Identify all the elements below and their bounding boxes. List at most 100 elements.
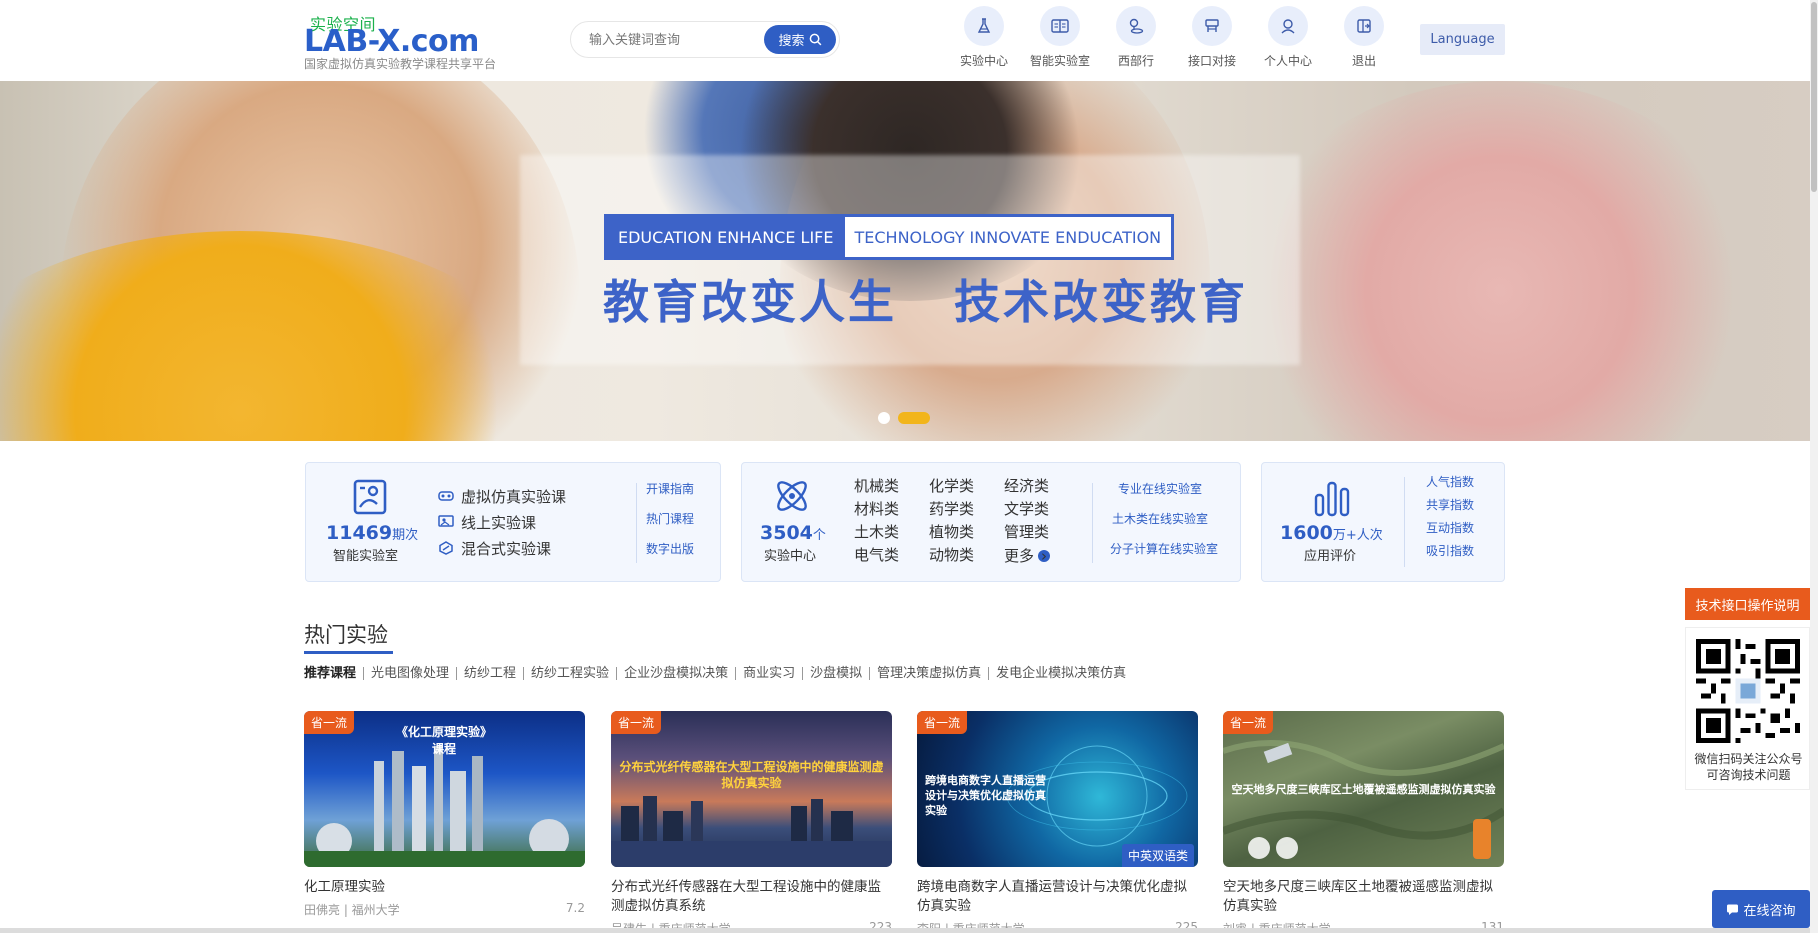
nav-label: 西部行 <box>1117 54 1154 68</box>
logout-icon <box>1344 6 1384 46</box>
thumbnail-caption: 跨境电商数字人直播运营设计与决策优化虚拟仿真实验 <box>925 774 1046 817</box>
banner-bg-shape <box>1240 81 1760 441</box>
online-consult-button[interactable]: 在线咨询 <box>1712 890 1810 928</box>
filter-tab[interactable]: 发电企业模拟决策仿真 <box>988 667 1133 680</box>
eval-count: 1600万+人次 <box>1280 522 1383 544</box>
filter-tab[interactable]: 光电图像处理 <box>363 667 456 680</box>
filter-tab[interactable]: 纺纱工程 <box>456 667 523 680</box>
language-button[interactable]: Language <box>1420 24 1505 55</box>
category-item[interactable]: 植物类 <box>929 521 1004 544</box>
experiment-thumbnail[interactable]: 分布式光纤传感器在大型工程设施中的健康监测虚拟仿真实验 省一流 <box>611 711 892 867</box>
nav-item-interface[interactable]: 接口对接 <box>1174 6 1250 72</box>
carousel-dot-active[interactable] <box>898 412 930 424</box>
course-type-mixed[interactable]: 混合式实验课 <box>438 535 566 561</box>
filter-tab[interactable]: 企业沙盘模拟决策 <box>616 667 735 680</box>
vertical-scrollbar-thumb[interactable] <box>1811 2 1817 192</box>
course-type-online[interactable]: 线上实验课 <box>438 509 566 535</box>
user-icon <box>1268 6 1308 46</box>
section-title: 热门实验 <box>304 623 388 647</box>
nav-item-logout[interactable]: 退出 <box>1326 6 1402 72</box>
category-item[interactable]: 机械类 <box>854 475 929 498</box>
divider <box>1092 483 1093 563</box>
link-molecular-online-lab[interactable]: 分子计算在线实验室 <box>1110 534 1218 564</box>
experiment-title[interactable]: 分布式光纤传感器在大型工程设施中的健康监测虚拟仿真系统 <box>611 878 892 916</box>
tier-badge: 省一流 <box>1223 711 1274 734</box>
category-item[interactable]: 文学类 <box>1004 498 1074 521</box>
experiment-title[interactable]: 空天地多尺度三峡库区土地覆被遥感监测虚拟仿真实验 <box>1223 878 1504 916</box>
link-digital-publishing[interactable]: 数字出版 <box>646 534 694 564</box>
lab-count: 11469期次 <box>326 522 418 544</box>
experiment-card[interactable]: 跨境电商数字人直播运营设计与决策优化虚拟仿真实验 省一流 中英双语类 跨境电商数… <box>917 711 1198 933</box>
lab-screen-icon <box>353 479 387 515</box>
experiment-title[interactable]: 化工原理实验 <box>304 878 585 897</box>
vr-glasses-icon <box>438 491 454 501</box>
tier-badge: 省一流 <box>304 711 355 734</box>
link-civil-online-lab[interactable]: 土木类在线实验室 <box>1110 504 1218 534</box>
course-type-virtual[interactable]: 虚拟仿真实验课 <box>438 483 566 509</box>
monitor-icon <box>438 515 454 527</box>
search-icon <box>809 33 821 46</box>
link-sharing-index[interactable]: 共享指数 <box>1426 494 1474 517</box>
link-major-online-lab[interactable]: 专业在线实验室 <box>1110 474 1218 504</box>
link-course-guide[interactable]: 开课指南 <box>646 474 694 504</box>
filter-tab-active[interactable]: 推荐课程 <box>304 667 363 680</box>
lab-label: 智能实验室 <box>333 549 399 564</box>
center-count-unit: 个 <box>812 528 826 543</box>
course-type-list: 虚拟仿真实验课 线上实验课 混合式实验课 <box>438 483 566 561</box>
slogan-en-right: TECHNOLOGY INNOVATE ENDUCATION <box>844 217 1172 257</box>
course-type-label: 线上实验课 <box>461 513 537 532</box>
category-item[interactable]: 化学类 <box>929 475 1004 498</box>
interface-icon <box>1192 6 1232 46</box>
filter-tab[interactable]: 管理决策虚拟仿真 <box>869 667 988 680</box>
nav-item-smart-lab[interactable]: 智能实验室 <box>1022 6 1098 72</box>
eval-count-number: 1600 <box>1280 522 1333 544</box>
category-item[interactable]: 经济类 <box>1004 475 1074 498</box>
page: 实验空间 LAB-X.com 国家虚拟仿真实验教学课程共享平台 搜索 实验中心 <box>0 0 1818 933</box>
link-popularity-index[interactable]: 人气指数 <box>1426 471 1474 494</box>
nav-item-west[interactable]: 西部行 <box>1098 6 1174 72</box>
filter-tab[interactable]: 纺纱工程实验 <box>523 667 616 680</box>
filter-tab[interactable]: 商业实习 <box>735 667 802 680</box>
experiment-card[interactable]: 分布式光纤传感器在大型工程设施中的健康监测虚拟仿真实验 省一流 分布式光纤传感器… <box>611 711 892 933</box>
link-interaction-index[interactable]: 互动指数 <box>1426 517 1474 540</box>
experiment-thumbnail[interactable]: 空天地多尺度三峡库区土地覆被遥感监测虚拟仿真实验 省一流 <box>1223 711 1504 867</box>
chat-icon <box>1727 904 1739 915</box>
experiment-thumbnail[interactable]: 《化工原理实验》 课程 省一流 <box>304 711 585 867</box>
hero-banner: EDUCATION ENHANCE LIFE TECHNOLOGY INNOVA… <box>0 81 1810 441</box>
search-input[interactable] <box>589 30 759 50</box>
category-item[interactable]: 管理类 <box>1004 521 1074 544</box>
lab-count-unit: 期次 <box>392 528 419 543</box>
flask-icon <box>964 6 1004 46</box>
category-item[interactable]: 电气类 <box>854 544 929 567</box>
nav-label: 实验中心 <box>959 54 1008 68</box>
search-button[interactable]: 搜索 <box>764 25 836 54</box>
filter-tab[interactable]: 沙盘模拟 <box>802 667 869 680</box>
nav-item-experiment-center[interactable]: 实验中心 <box>946 6 1022 72</box>
more-categories-link[interactable]: 更多 › <box>1004 544 1074 567</box>
chevron-right-icon: › <box>1038 547 1051 565</box>
nav-label: 退出 <box>1351 54 1376 68</box>
nav-item-personal[interactable]: 个人中心 <box>1250 6 1326 72</box>
category-item[interactable]: 材料类 <box>854 498 929 521</box>
api-guide-tab[interactable]: 技术接口操作说明 <box>1685 588 1810 620</box>
link-attraction-index[interactable]: 吸引指数 <box>1426 540 1474 563</box>
atom-icon <box>777 481 807 511</box>
section-title-underline <box>304 651 393 654</box>
category-item[interactable]: 药学类 <box>929 498 1004 521</box>
thumbnail-caption: 空天地多尺度三峡库区土地覆被遥感监测虚拟仿真实验 <box>1231 783 1496 796</box>
english-slogan: EDUCATION ENHANCE LIFE TECHNOLOGY INNOVA… <box>604 214 1175 260</box>
site-logo[interactable]: 实验空间 LAB-X.com 国家虚拟仿真实验教学课程共享平台 <box>304 10 524 72</box>
view-count: 7.2 <box>565 901 585 915</box>
experiment-thumbnail[interactable]: 跨境电商数字人直播运营设计与决策优化虚拟仿真实验 省一流 中英双语类 <box>917 711 1198 867</box>
lab-links: 开课指南 热门课程 数字出版 <box>646 474 694 564</box>
link-hot-courses[interactable]: 热门课程 <box>646 504 694 534</box>
center-count: 3504个 <box>760 522 826 544</box>
category-item[interactable]: 动物类 <box>929 544 1004 567</box>
center-label: 实验中心 <box>764 549 817 564</box>
carousel-dot[interactable] <box>878 412 890 424</box>
experiment-title[interactable]: 跨境电商数字人直播运营设计与决策优化虚拟仿真实验 <box>917 878 1198 916</box>
horizontal-scrollbar[interactable] <box>0 928 1810 933</box>
experiment-card[interactable]: 《化工原理实验》 课程 省一流 化工原理实验 田佛亮 | 福州大学 7.2 <box>304 711 585 918</box>
category-item[interactable]: 土木类 <box>854 521 929 544</box>
experiment-card[interactable]: 空天地多尺度三峡库区土地覆被遥感监测虚拟仿真实验 省一流 空天地多尺度三峡库区土… <box>1223 711 1504 933</box>
